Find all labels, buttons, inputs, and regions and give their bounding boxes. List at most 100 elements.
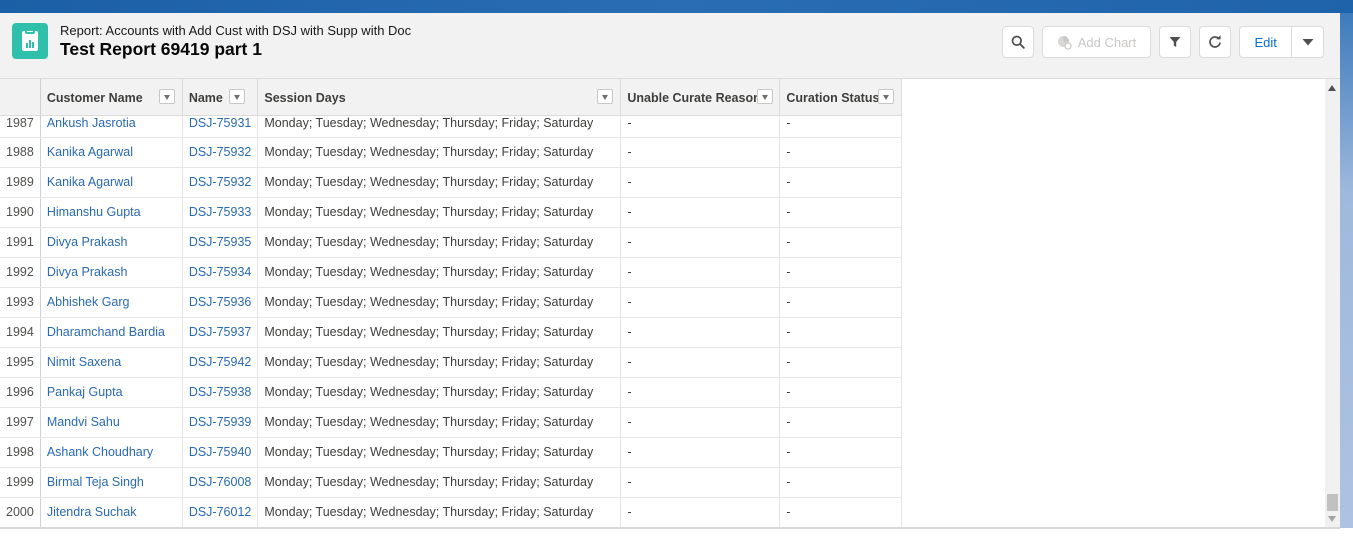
session-days-cell: Monday; Tuesday; Wednesday; Thursday; Fr… (257, 257, 622, 288)
add-chart-button[interactable]: Add Chart (1042, 26, 1151, 58)
refresh-button[interactable] (1199, 26, 1231, 58)
unable-curate-reason-cell: - (620, 257, 781, 288)
customer-name-link[interactable]: Kanika Agarwal (47, 145, 133, 159)
row-number: 1991 (0, 227, 41, 258)
dsj-name-link[interactable]: DSJ-75932 (189, 175, 252, 189)
dsj-name-link[interactable]: DSJ-76012 (189, 505, 252, 519)
row-number: 1999 (0, 467, 41, 498)
session-days-cell: Monday; Tuesday; Wednesday; Thursday; Fr… (257, 287, 622, 318)
row-number: 1988 (6, 145, 34, 159)
unable-curate-reason-cell: - (627, 295, 632, 309)
customer-name-link[interactable]: Himanshu Gupta (47, 205, 141, 219)
customer-name-link[interactable]: Abhishek Garg (47, 295, 130, 309)
unable-curate-reason-cell: - (627, 385, 632, 399)
session-days-cell: Monday; Tuesday; Wednesday; Thursday; Fr… (264, 355, 594, 369)
column-header-curation-status[interactable]: Curation Status (779, 79, 903, 116)
row-number: 1988 (0, 137, 41, 168)
dsj-name-link[interactable]: DSJ-75940 (189, 445, 252, 459)
row-number: 1999 (6, 475, 34, 489)
right-banner (1340, 13, 1353, 528)
curation-status-cell: - (786, 415, 791, 429)
scroll-thumb[interactable] (1327, 494, 1338, 511)
curation-status-cell: - (786, 385, 791, 399)
column-menu-button[interactable] (228, 89, 245, 104)
customer-name-link[interactable]: Jitendra Suchak (47, 505, 137, 519)
filter-button[interactable] (1159, 26, 1191, 58)
session-days-cell: Monday; Tuesday; Wednesday; Thursday; Fr… (257, 407, 622, 438)
dsj-name-link[interactable]: DSJ-75932 (189, 145, 252, 159)
customer-name-link[interactable]: Birmal Teja Singh (47, 475, 144, 489)
table-row: 1992 Divya Prakash DSJ-75934 Monday; Tuesda… (0, 257, 903, 288)
customer-name-cell: Himanshu Gupta (40, 197, 183, 228)
curation-status-cell: - (786, 265, 791, 279)
column-menu-button[interactable] (158, 89, 175, 104)
customer-name-link[interactable]: Ankush Jasrotia (47, 116, 136, 130)
customer-name-link[interactable]: Divya Prakash (47, 265, 128, 279)
dsj-name-link[interactable]: DSJ-75938 (189, 385, 252, 399)
unable-curate-reason-cell: - (620, 497, 781, 528)
dsj-name-cell: DSJ-75942 (182, 347, 259, 378)
session-days-cell: Monday; Tuesday; Wednesday; Thursday; Fr… (257, 137, 622, 168)
customer-name-link[interactable]: Pankaj Gupta (47, 385, 123, 399)
column-menu-button[interactable] (597, 89, 614, 104)
customer-name-link[interactable]: Kanika Agarwal (47, 175, 133, 189)
curation-status-cell: - (786, 445, 791, 459)
column-header-customer-name[interactable]: Customer Name (40, 79, 183, 116)
row-number: 1990 (0, 197, 41, 228)
row-number: 1995 (6, 355, 34, 369)
dsj-name-link[interactable]: DSJ-75933 (189, 205, 252, 219)
curation-status-cell: - (779, 437, 903, 468)
more-actions-button[interactable] (1292, 27, 1323, 57)
curation-status-cell: - (779, 407, 903, 438)
dsj-name-link[interactable]: DSJ-75939 (189, 415, 252, 429)
unable-curate-reason-cell: - (620, 377, 781, 408)
row-number: 1992 (6, 265, 34, 279)
edit-button-group: Edit (1239, 26, 1324, 58)
customer-name-link[interactable]: Mandvi Sahu (47, 415, 120, 429)
curation-status-cell: - (779, 377, 903, 408)
curation-status-cell: - (779, 227, 903, 258)
table-row: 1989 Kanika Agarwal DSJ-75932 Monday; Tuesd… (0, 167, 903, 198)
customer-name-link[interactable]: Nimit Saxena (47, 355, 121, 369)
column-menu-button[interactable] (757, 89, 774, 104)
customer-name-link[interactable]: Ashank Choudhary (47, 445, 153, 459)
dsj-name-link[interactable]: DSJ-75937 (189, 325, 252, 339)
search-button[interactable] (1002, 26, 1034, 58)
table-row: 1998 Ashank Choudhary DSJ-75940 Monday; Tue… (0, 437, 903, 468)
edit-button[interactable]: Edit (1240, 27, 1293, 57)
column-header-unable-curate-reason[interactable]: Unable Curate Reason (620, 79, 781, 116)
dsj-name-link[interactable]: DSJ-76008 (189, 475, 252, 489)
table-row: 1987 Ankush Jasrotia DSJ-75931 Monday; Tues… (0, 115, 903, 138)
curation-status-cell: - (786, 115, 791, 130)
scroll-down-arrow-icon[interactable] (1328, 516, 1336, 522)
unable-curate-reason-cell: - (620, 407, 781, 438)
report-table-container: Customer Name Name Session Days Unable C… (0, 79, 1340, 528)
dsj-name-link[interactable]: DSJ-75936 (189, 295, 252, 309)
row-number: 1987 (6, 115, 34, 130)
curation-status-cell: - (786, 325, 791, 339)
row-number: 1989 (0, 167, 41, 198)
table-row: 2000 Jitendra Suchak DSJ-76012 Monday; Tues… (0, 497, 903, 528)
dsj-name-link[interactable]: DSJ-75931 (189, 116, 252, 130)
unable-curate-reason-cell: - (627, 115, 632, 130)
column-header-session-days[interactable]: Session Days (257, 79, 622, 116)
unable-curate-reason-cell: - (620, 115, 781, 138)
unable-curate-reason-cell: - (627, 505, 632, 519)
customer-name-link[interactable]: Dharamchand Bardia (47, 325, 165, 339)
curation-status-cell: - (779, 167, 903, 198)
curation-status-cell: - (786, 355, 791, 369)
row-number: 1989 (6, 175, 34, 189)
row-number: 1996 (0, 377, 41, 408)
dsj-name-link[interactable]: DSJ-75935 (189, 235, 252, 249)
dsj-name-link[interactable]: DSJ-75942 (189, 355, 252, 369)
dsj-name-link[interactable]: DSJ-75934 (189, 265, 252, 279)
column-menu-button[interactable] (878, 89, 895, 104)
customer-name-cell: Abhishek Garg (40, 287, 183, 318)
vertical-scrollbar[interactable] (1325, 79, 1340, 528)
column-header-name[interactable]: Name (182, 79, 259, 116)
session-days-cell: Monday; Tuesday; Wednesday; Thursday; Fr… (257, 467, 622, 498)
page-title: Test Report 69419 part 1 (60, 39, 262, 59)
session-days-cell: Monday; Tuesday; Wednesday; Thursday; Fr… (257, 437, 622, 468)
customer-name-link[interactable]: Divya Prakash (47, 235, 128, 249)
scroll-up-arrow-icon[interactable] (1328, 85, 1336, 91)
